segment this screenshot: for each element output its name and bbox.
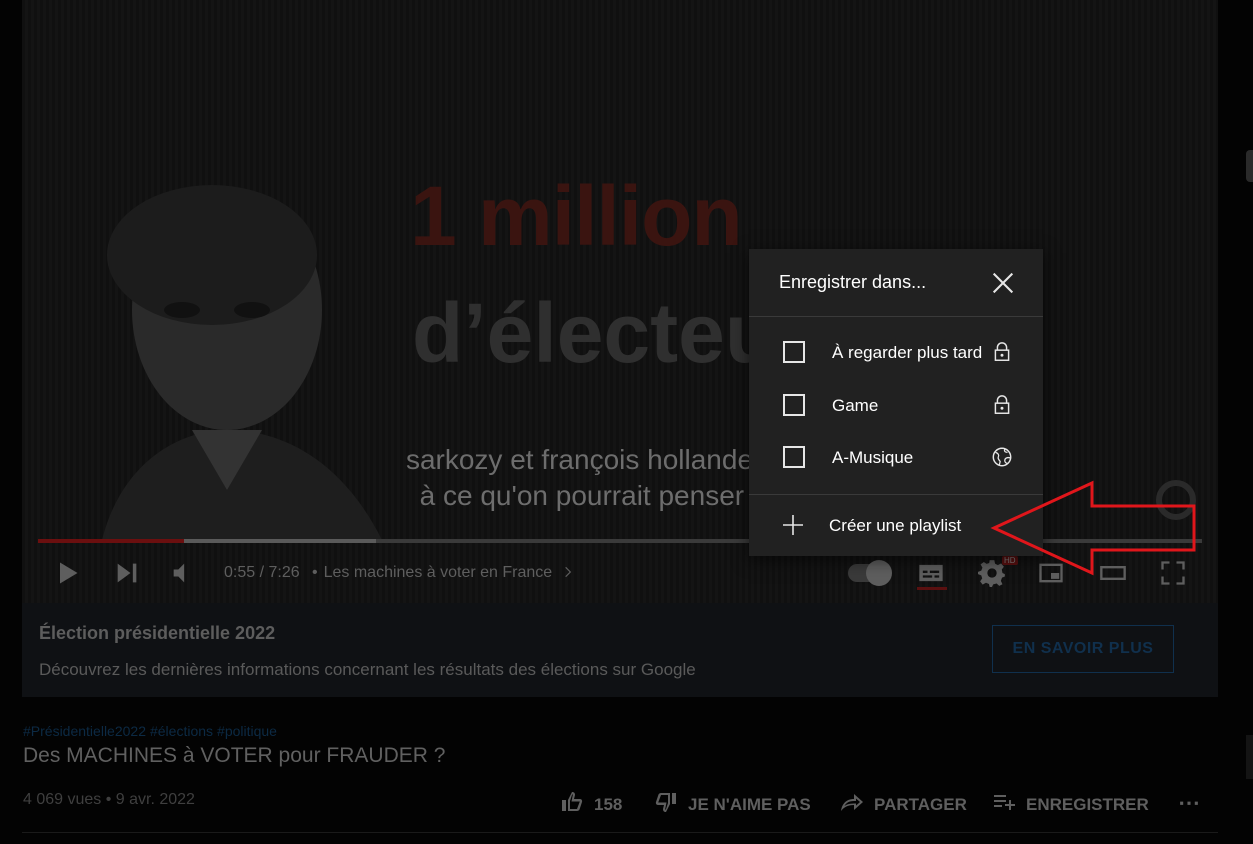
playlist-checkbox[interactable]: [783, 394, 805, 416]
chapter-title[interactable]: • Les machines à voter en France: [312, 564, 575, 582]
overlay-headline-red: 1 million: [410, 169, 743, 263]
playlist-add-icon: [992, 790, 1016, 819]
playlist-label: Game: [832, 396, 879, 415]
playlist-label: A-Musique: [832, 448, 914, 467]
more-actions-button[interactable]: ⋯: [1178, 790, 1200, 816]
more-icon: ⋯: [1178, 790, 1200, 815]
like-count: 158: [594, 794, 623, 814]
playlist-checkbox[interactable]: [783, 446, 805, 468]
share-label: PARTAGER: [874, 794, 967, 814]
chevron-right-icon: [561, 564, 575, 581]
save-button[interactable]: ENREGISTRER: [992, 790, 1149, 819]
hashtag-link[interactable]: #élections: [150, 723, 213, 739]
youtube-watch-page: 1 million d’électeu sarkozy et françois …: [0, 0, 1253, 844]
learn-more-button[interactable]: EN SAVOIR PLUS: [992, 625, 1174, 673]
overlay-headline-grey: d’électeu: [412, 286, 777, 380]
plus-icon: [781, 513, 805, 537]
play-icon[interactable]: [52, 558, 82, 588]
dialog-header: Enregistrer dans...: [749, 249, 1043, 317]
close-icon[interactable]: [989, 269, 1017, 297]
video-title: Des MACHINES à VOTER pour FRAUDER ?: [23, 744, 446, 767]
playlist-item-a-musique[interactable]: A-Musique: [749, 439, 1043, 479]
lock-icon: [991, 394, 1013, 416]
chapter-label: Les machines à voter en France: [323, 564, 553, 581]
hashtag-link[interactable]: #Présidentielle2022: [23, 723, 146, 739]
playlist-checkbox[interactable]: [783, 341, 805, 363]
dislike-label: JE N'AIME PAS: [688, 794, 811, 814]
time-display: 0:55 / 7:26: [224, 564, 300, 581]
next-icon[interactable]: [112, 558, 142, 588]
playlist-item-game[interactable]: Game: [749, 387, 1043, 427]
chapter-separator: •: [312, 564, 318, 581]
info-panel-title: Élection présidentielle 2022: [39, 623, 276, 643]
info-panel: Élection présidentielle 2022 Découvrez l…: [22, 603, 1218, 697]
subtitles-icon[interactable]: [916, 558, 946, 588]
thumbs-down-icon: [654, 790, 678, 819]
share-button[interactable]: PARTAGER: [840, 790, 967, 819]
progress-played: [38, 539, 184, 543]
section-divider: [22, 832, 1218, 833]
lock-icon: [991, 341, 1013, 363]
scrollbar-thumb[interactable]: [1246, 150, 1253, 182]
autoplay-toggle[interactable]: [848, 560, 892, 586]
autoplay-toggle-knob: [866, 560, 892, 586]
dislike-button[interactable]: JE N'AIME PAS: [654, 790, 811, 819]
playlist-item-watch-later[interactable]: À regarder plus tard: [749, 334, 1043, 374]
annotation-arrow-icon: [990, 480, 1196, 576]
save-label: ENREGISTRER: [1026, 794, 1149, 814]
hashtag-link[interactable]: #politique: [217, 723, 277, 739]
dialog-title: Enregistrer dans...: [779, 272, 927, 292]
volume-icon[interactable]: [168, 558, 198, 588]
hashtags: #Présidentielle2022 #élections #politique: [23, 723, 281, 739]
info-panel-description: Découvrez les dernières informations con…: [39, 660, 696, 679]
subtitles-active-indicator: [917, 587, 947, 590]
playlist-label: À regarder plus tard: [832, 343, 983, 362]
edge-panel: [1246, 735, 1253, 779]
globe-icon: [991, 446, 1013, 468]
share-icon: [840, 790, 864, 819]
thumbs-up-icon: [560, 790, 584, 819]
video-actions: 158 JE N'AIME PAS PARTAGER ENREGISTRER ⋯: [560, 790, 1210, 816]
create-playlist-label: Créer une playlist: [829, 516, 962, 535]
like-button[interactable]: 158: [560, 790, 622, 819]
view-count-date: 4 069 vues • 9 avr. 2022: [23, 791, 195, 808]
